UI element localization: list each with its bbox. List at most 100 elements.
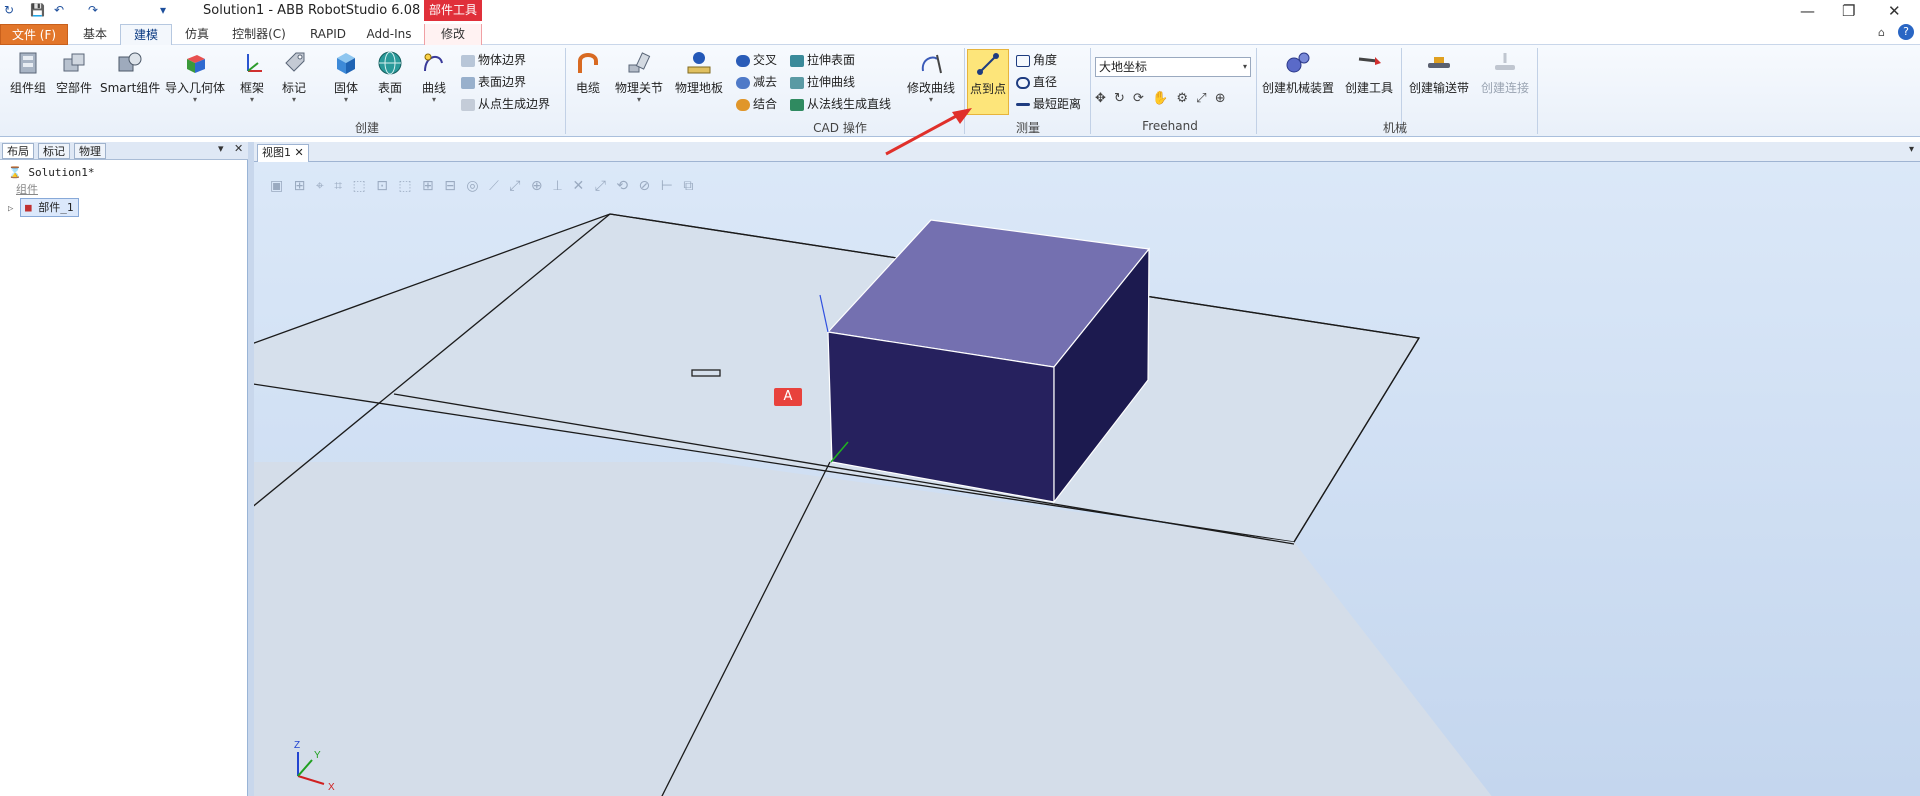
line-from-normal-icon <box>790 98 804 111</box>
solid-button[interactable]: 固体 ▾ <box>326 49 366 104</box>
body-boundary-icon <box>461 54 475 67</box>
annotation-arrow <box>885 108 972 156</box>
view-tabbar: 视图1 ✕ ▾ <box>254 142 1920 162</box>
reference-frame-select[interactable]: 大地坐标 ▾ <box>1095 57 1251 77</box>
close-tab-icon[interactable]: ✕ <box>295 146 304 159</box>
freehand-tool-icons[interactable]: ✥ ↻ ⟳ ✋ ⚙ ⤢ ⊕ <box>1095 91 1228 106</box>
subtract-icon <box>736 76 750 89</box>
tab-modify[interactable]: 修改 <box>424 24 482 45</box>
surface-button[interactable]: 表面 ▾ <box>370 49 410 104</box>
angle-button[interactable]: 角度 <box>1016 51 1057 71</box>
extrude-curve-icon <box>790 76 804 89</box>
frame-icon <box>247 54 262 72</box>
cable-button[interactable]: 电缆 <box>570 49 606 96</box>
modify-curve-button[interactable]: 修改曲线 ▾ <box>900 49 962 104</box>
create-tool-icon <box>1358 57 1381 65</box>
tab-file[interactable]: 文件 (F) <box>0 24 68 45</box>
curve-icon <box>424 53 443 72</box>
extrude-curve-button[interactable]: 拉伸曲线 <box>790 73 855 93</box>
boundary-from-points-button[interactable]: 从点生成边界 <box>461 95 550 115</box>
extrude-surface-button[interactable]: 拉伸表面 <box>790 51 855 71</box>
curve-button[interactable]: 曲线 ▾ <box>414 49 454 104</box>
frame-button[interactable]: 框架 ▾ <box>232 49 272 104</box>
group-label-measure: 测量 <box>1015 121 1040 135</box>
close-button[interactable]: ✕ <box>1888 2 1901 20</box>
component-group-icon <box>19 52 37 74</box>
tab-rapid[interactable]: RAPID <box>300 24 356 45</box>
cable-icon <box>578 53 598 73</box>
tag-button[interactable]: 标记 ▾ <box>274 49 314 104</box>
extrude-surface-icon <box>790 54 804 67</box>
line-from-normal-button[interactable]: 从法线生成直线 <box>790 95 891 115</box>
group-divider <box>1537 48 1538 134</box>
minimize-button[interactable]: — <box>1800 2 1815 20</box>
smart-component-icon <box>118 52 142 72</box>
robotstudio-window: ↻ 💾 ↶ ↷ ▾ Solution1 - ABB RobotStudio 6.… <box>0 0 1920 796</box>
create-conveyor-button[interactable]: 创建输送带 <box>1404 49 1474 96</box>
3d-viewport[interactable]: ▣ ⊞ ⌖ ⌗ ⬚ ⊡ ⬚ ⊞ ⊟ ◎ ⟋ ⤢ ⊕ ⟂ ✕ ⤢ ⟲ ⊘ ⊢ ⧉ … <box>254 162 1920 796</box>
component-group-button[interactable]: 组件组 <box>6 49 50 96</box>
diameter-button[interactable]: 直径 <box>1016 73 1057 93</box>
intersect-button[interactable]: 交叉 <box>736 51 777 71</box>
view-menu-icon[interactable]: ▾ <box>1909 144 1914 155</box>
smart-component-button[interactable]: Smart组件 <box>100 49 160 96</box>
refresh-icon[interactable]: ↻ <box>4 3 14 17</box>
tab-addins[interactable]: Add-Ins <box>360 24 418 45</box>
save-icon[interactable]: 💾 <box>30 3 45 17</box>
physics-floor-icon <box>687 52 711 74</box>
intersect-icon <box>736 54 750 67</box>
undo-icon[interactable]: ↶ <box>54 3 64 17</box>
import-geometry-icon <box>187 55 205 73</box>
subtract-button[interactable]: 减去 <box>736 73 777 93</box>
union-button[interactable]: 结合 <box>736 95 777 115</box>
tree-item-solution[interactable]: ⌛ Solution1* <box>8 164 95 181</box>
floor-tile-front <box>254 462 1492 796</box>
group-divider <box>1256 48 1257 134</box>
tab-basic[interactable]: 基本 <box>72 24 118 45</box>
tab-simulation[interactable]: 仿真 <box>174 24 220 45</box>
body-boundary-button[interactable]: 物体边界 <box>461 51 526 71</box>
physics-joint-button[interactable]: 物理关节 ▾ <box>610 49 668 104</box>
create-mechanism-button[interactable]: 创建机械装置 <box>1258 49 1338 96</box>
shortest-distance-icon <box>1016 103 1030 106</box>
tab-layout[interactable]: 布局 <box>2 143 34 159</box>
help-icon[interactable]: ? <box>1898 24 1914 40</box>
restore-button[interactable]: ❐ <box>1842 2 1855 20</box>
station-icon: ⌛ <box>8 166 22 179</box>
group-label-mechanism: 机械 <box>1382 121 1407 135</box>
physics-floor-button[interactable]: 物理地板 <box>670 49 728 96</box>
solid-icon <box>337 53 355 74</box>
union-icon <box>736 98 750 111</box>
surface-boundary-button[interactable]: 表面边界 <box>461 73 526 93</box>
tab-physics[interactable]: 物理 <box>74 143 106 159</box>
title-bar: ↻ 💾 ↶ ↷ ▾ Solution1 - ABB RobotStudio 6.… <box>0 0 1920 22</box>
import-geometry-button[interactable]: 导入几何体 ▾ <box>160 49 230 104</box>
panel-close-icon[interactable]: ✕ <box>234 142 243 155</box>
customize-toolbar-icon[interactable]: ▾ <box>160 3 166 17</box>
shortest-distance-button[interactable]: 最短距离 <box>1016 95 1081 115</box>
expand-icon[interactable]: ▷ <box>8 204 13 214</box>
context-tool-label: 部件工具 <box>424 0 482 21</box>
tab-tags[interactable]: 标记 <box>38 143 70 159</box>
window-title: Solution1 - ABB RobotStudio 6.08 <box>203 3 421 18</box>
redo-icon[interactable]: ↷ <box>88 3 98 17</box>
create-mechanism-icon <box>1286 52 1310 73</box>
surface-boundary-icon <box>461 76 475 89</box>
panel-tabs: 布局 标记 物理 ▾ ✕ <box>0 142 248 160</box>
empty-part-icon <box>63 53 85 72</box>
empty-part-button[interactable]: 空部件 <box>52 49 96 96</box>
create-tool-button[interactable]: 创建工具 <box>1340 49 1398 96</box>
tab-controller[interactable]: 控制器(C) <box>224 24 294 45</box>
tab-modeling[interactable]: 建模 <box>120 24 172 45</box>
collapse-ribbon-icon[interactable]: ⌂ <box>1878 26 1885 39</box>
create-conveyor-icon <box>1428 57 1450 68</box>
tree-item-part[interactable]: ▷ ■ 部件_1 <box>8 198 95 217</box>
physics-joint-icon <box>628 52 651 73</box>
annotation-marker-a: A <box>774 388 802 406</box>
panel-menu-icon[interactable]: ▾ <box>218 142 224 155</box>
create-connection-button[interactable]: 创建连接 <box>1476 49 1534 96</box>
tab-view1[interactable]: 视图1 ✕ <box>257 144 309 162</box>
ribbon-tabs: 文件 (F) 基本 建模 仿真 控制器(C) RAPID Add-Ins 修改 … <box>0 22 1920 45</box>
modify-curve-icon <box>921 54 942 74</box>
layout-tree: ⌛ Solution1* 组件 ▷ ■ 部件_1 <box>8 164 95 217</box>
